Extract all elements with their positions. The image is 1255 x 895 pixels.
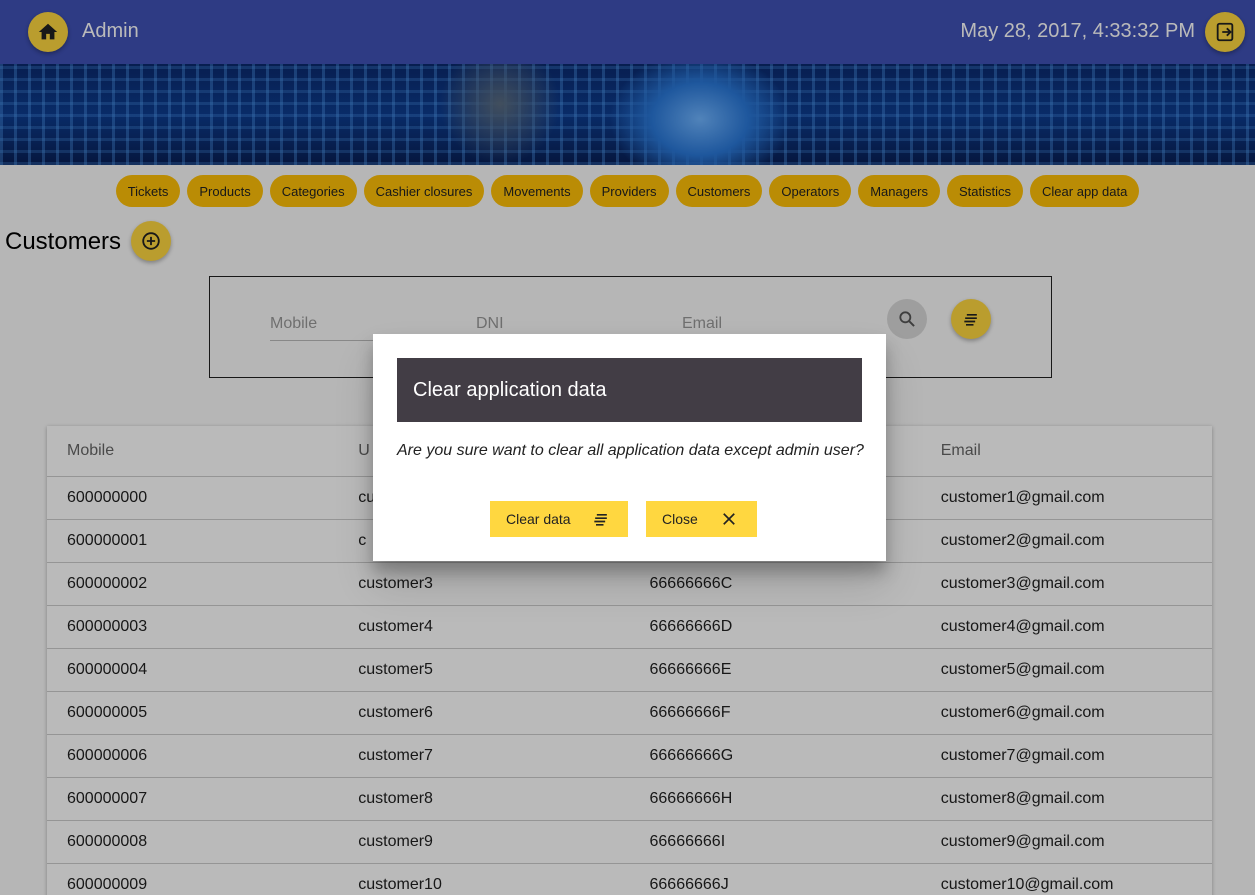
clear-data-button[interactable]: Clear data xyxy=(490,501,628,537)
dialog-title: Clear application data xyxy=(397,358,862,422)
close-icon xyxy=(722,513,735,525)
sort-lines-icon xyxy=(593,514,607,526)
close-label: Close xyxy=(662,511,698,527)
close-button[interactable]: Close xyxy=(646,501,757,537)
clear-data-label: Clear data xyxy=(506,511,571,527)
dialog-message: Are you sure want to clear all applicati… xyxy=(397,442,864,459)
clear-data-dialog: Clear application data Are you sure want… xyxy=(373,334,886,561)
